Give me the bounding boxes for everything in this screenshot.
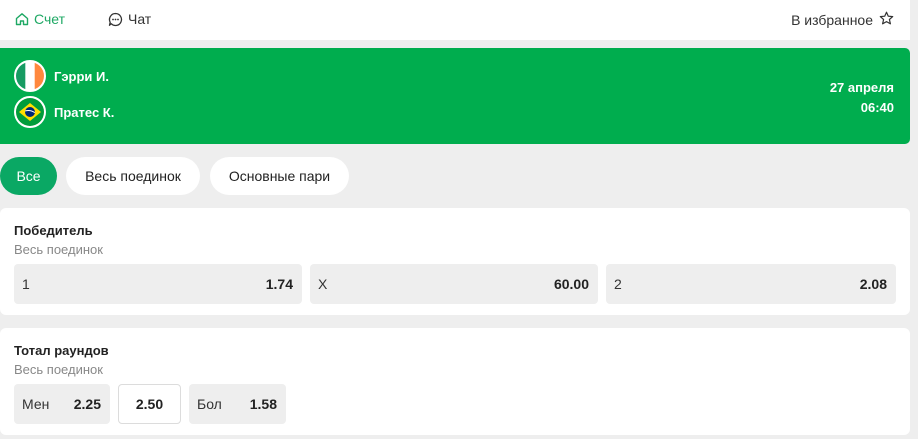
filter-chip-main-bets[interactable]: Основные пари — [210, 157, 349, 195]
odds-button-under[interactable]: Мен 2.25 — [14, 384, 110, 424]
team-home: Гэрри И. — [14, 60, 109, 92]
star-icon — [879, 11, 894, 29]
team-away: Пратес К. — [14, 96, 114, 128]
outcome-label: 1 — [22, 276, 30, 292]
outcome-label: Бол — [197, 396, 222, 412]
match-date: 27 апреля — [829, 80, 894, 95]
odds-button-over[interactable]: Бол 1.58 — [189, 384, 286, 424]
total-line-value: 2.50 — [118, 384, 181, 424]
favorites-label: В избранное — [791, 12, 873, 28]
match-time: 06:40 — [860, 100, 894, 115]
add-to-favorites-button[interactable]: В избранное — [791, 11, 894, 29]
team-home-name: Гэрри И. — [54, 68, 109, 84]
market-card-winner: Победитель Весь поединок 1 1.74 X 60.00 … — [0, 208, 910, 315]
market-subtitle: Весь поединок — [14, 242, 103, 257]
filter-chip-whole-fight[interactable]: Весь поединок — [66, 157, 200, 195]
outcome-label: Мен — [22, 396, 50, 412]
odds-button-1[interactable]: 1 1.74 — [14, 264, 302, 304]
odds-button-2[interactable]: 2 2.08 — [606, 264, 896, 304]
market-card-total-rounds: Тотал раундов Весь поединок Мен 2.25 2.5… — [0, 328, 910, 435]
outcome-label: 2 — [614, 276, 622, 292]
tab-score-label: Счет — [34, 11, 65, 27]
outcome-odds: 2.25 — [73, 396, 101, 412]
outcome-odds: 2.08 — [859, 276, 887, 292]
match-datetime: 27 апреля 06:40 — [830, 78, 894, 118]
outcome-odds: 1.58 — [249, 396, 277, 412]
outcome-odds: 60.00 — [553, 276, 589, 292]
match-banner: Гэрри И. Пратес К. 27 апреля 06:40 — [0, 48, 910, 144]
tab-score[interactable]: Счет — [15, 11, 65, 27]
ireland-flag-icon — [14, 60, 46, 92]
team-away-name: Пратес К. — [54, 104, 115, 120]
outcome-odds: 1.74 — [265, 276, 293, 292]
odds-button-x[interactable]: X 60.00 — [310, 264, 598, 304]
brazil-flag-icon — [14, 96, 46, 128]
home-icon — [15, 12, 29, 26]
outcome-label: X — [318, 276, 328, 292]
filter-chip-all[interactable]: Все — [0, 157, 57, 195]
market-title: Победитель — [14, 223, 93, 238]
market-title: Тотал раундов — [14, 343, 109, 358]
chat-icon — [108, 12, 123, 27]
top-bar: Счет Чат В избранное — [0, 0, 910, 40]
market-subtitle: Весь поединок — [14, 362, 103, 377]
tab-chat[interactable]: Чат — [108, 11, 151, 27]
tab-chat-label: Чат — [128, 11, 152, 27]
total-line: 2.50 — [135, 396, 164, 412]
